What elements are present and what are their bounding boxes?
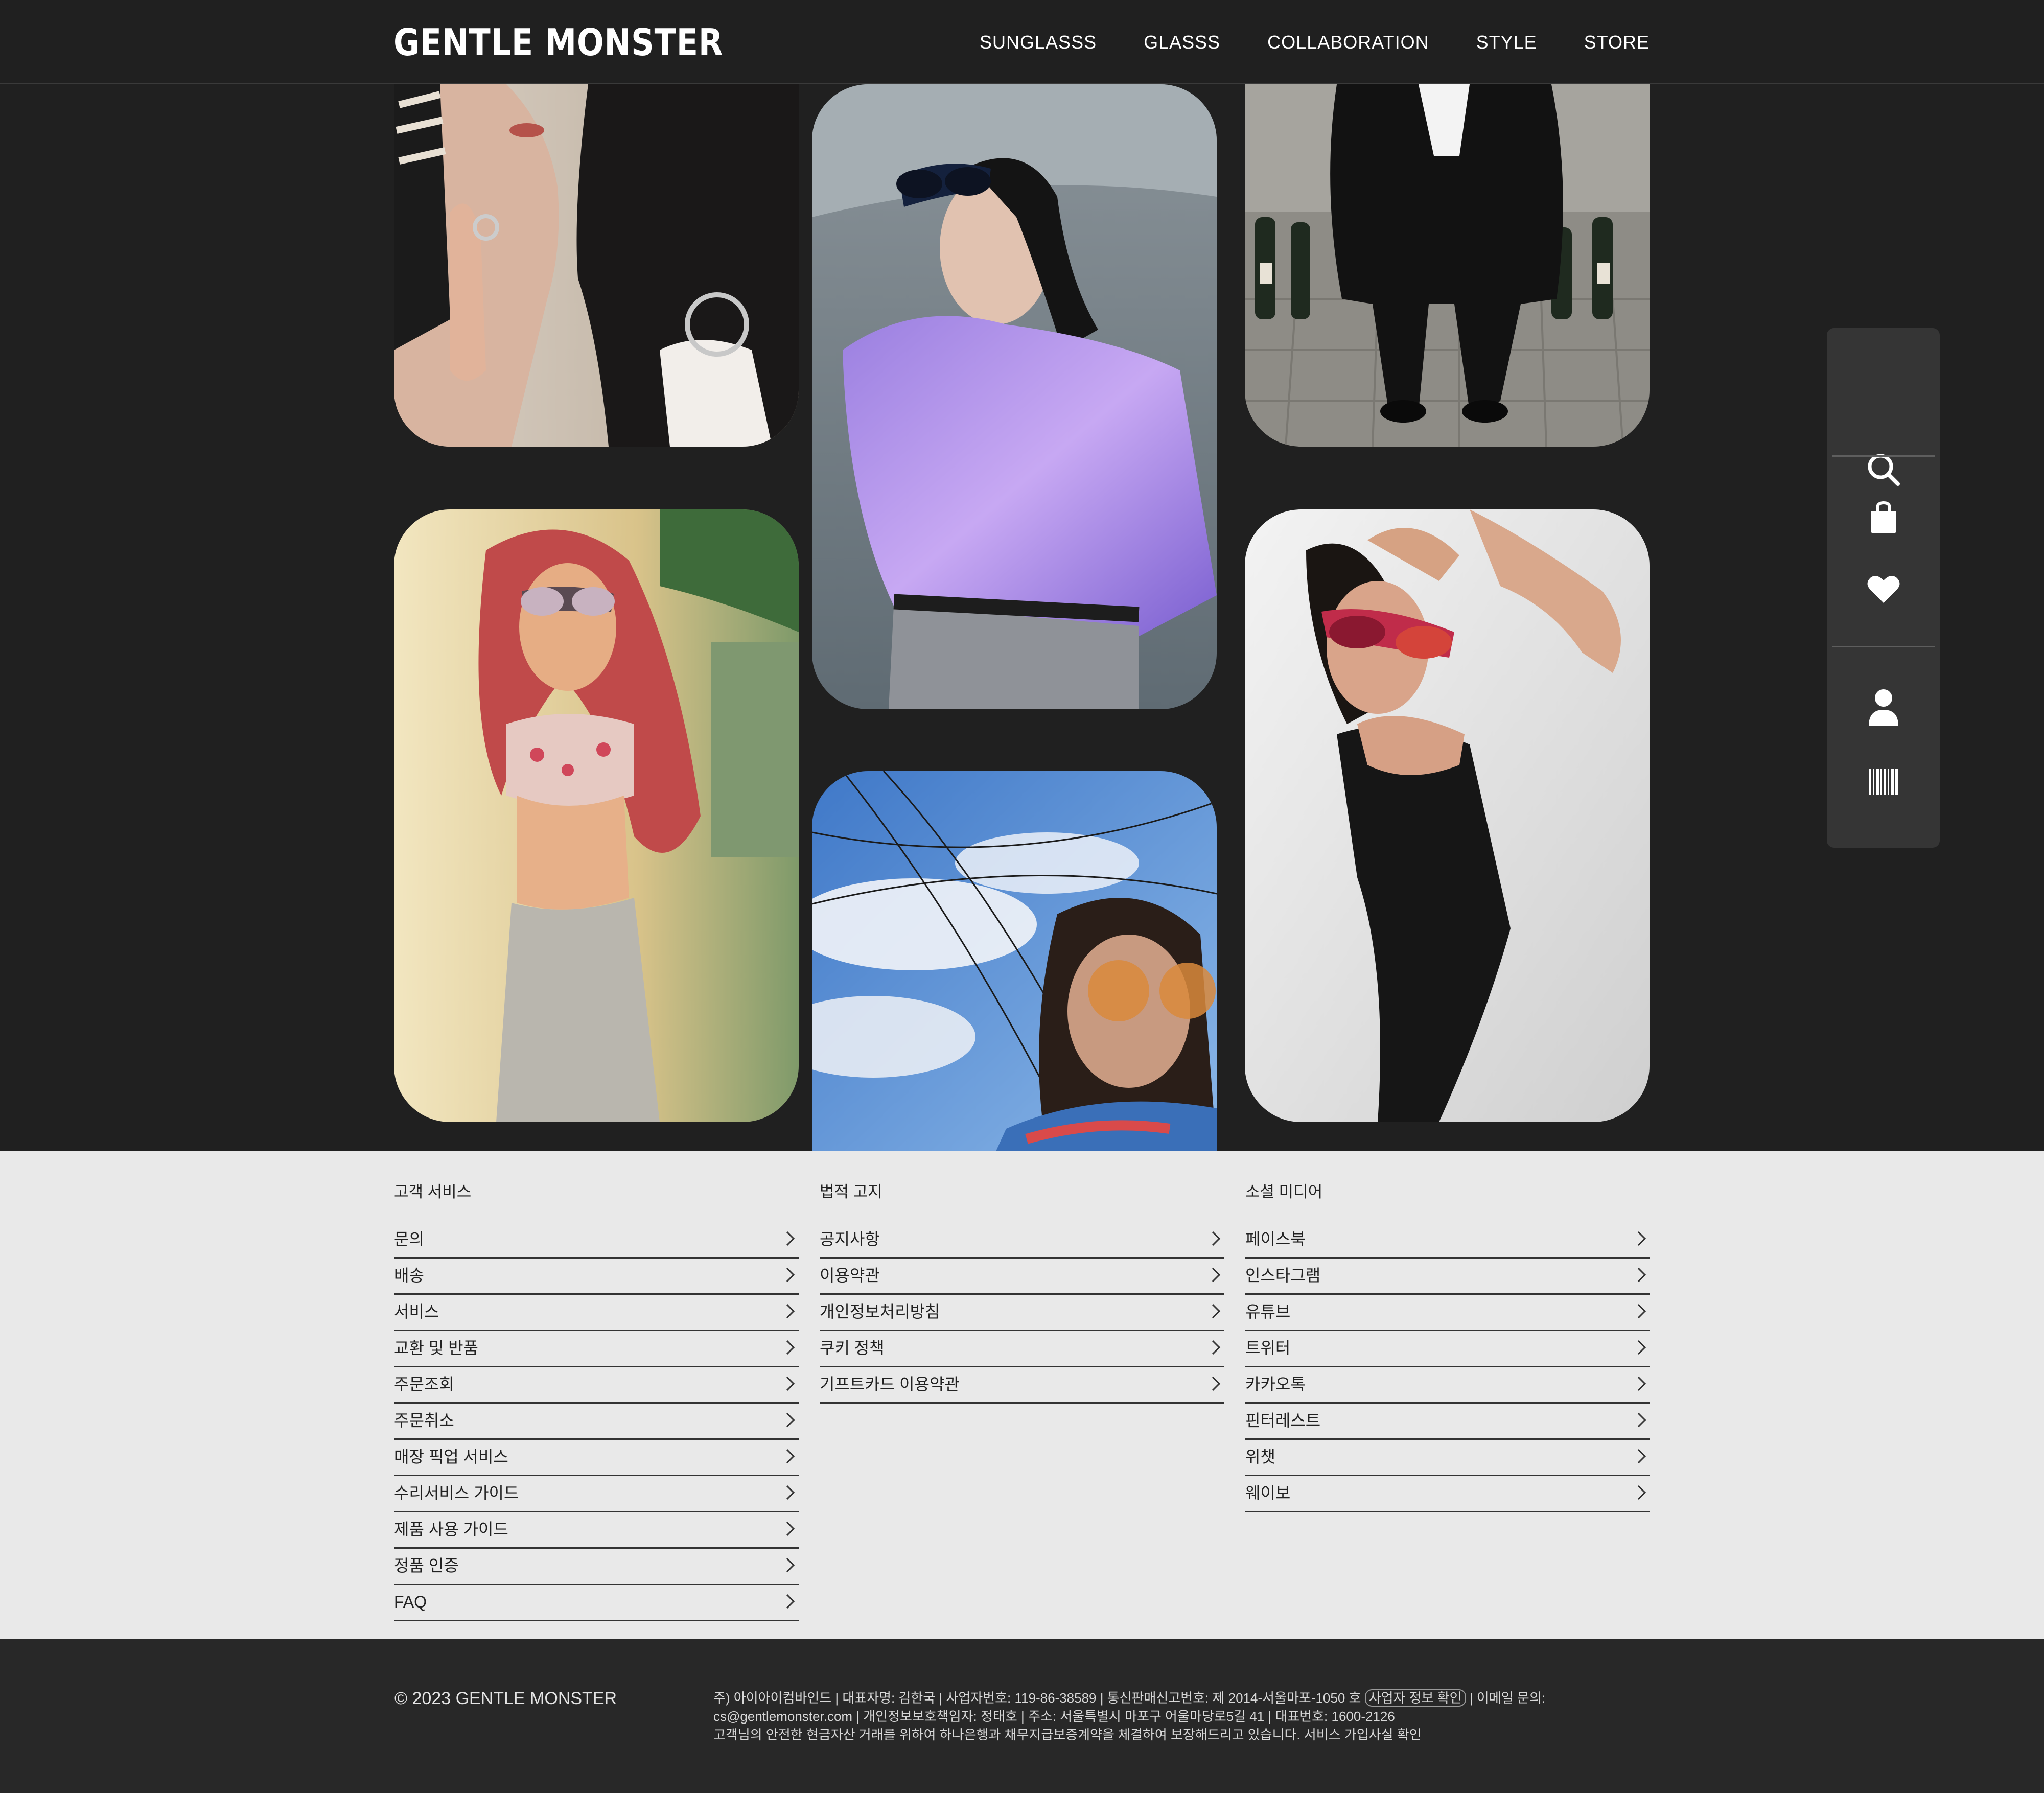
chevron-right-icon (1205, 1303, 1221, 1319)
chevron-right-icon (780, 1376, 795, 1391)
site-header: GENTLE MONSTER SUNGLASSS GLASSS COLLABOR… (0, 0, 2044, 84)
gallery-photo-sky-portrait[interactable] (812, 771, 1217, 1151)
chevron-right-icon (1631, 1231, 1646, 1246)
chevron-right-icon (780, 1231, 795, 1246)
footer-link-pinterest[interactable]: 핀터레스트 (1245, 1404, 1650, 1440)
chevron-right-icon (780, 1412, 795, 1428)
gallery-photo-black-suit[interactable] (1245, 84, 1650, 447)
dock-membership-barcode-button[interactable] (1827, 754, 1940, 810)
chevron-right-icon (1631, 1340, 1646, 1355)
barcode-icon (1868, 769, 1898, 795)
chevron-right-icon (1631, 1485, 1646, 1500)
chevron-right-icon (1205, 1340, 1221, 1355)
gallery-photo-purple-shirt[interactable] (812, 84, 1217, 709)
nav-sunglasses[interactable]: SUNGLASSS (980, 31, 1097, 54)
brand-logo[interactable]: GENTLE MONSTER (393, 19, 723, 65)
footer-link-faq[interactable]: FAQ (394, 1585, 799, 1621)
footer-column-customer-service: 고객 서비스 문의 배송 서비스 교환 및 반품 주문조회 주문취소 매장 픽업… (394, 1179, 799, 1621)
gallery-photo-red-hair[interactable] (394, 509, 799, 1122)
footer-link-giftcard-terms[interactable]: 기프트카드 이용약관 (820, 1367, 1224, 1404)
chevron-right-icon (1205, 1231, 1221, 1246)
side-quick-dock (1827, 328, 1940, 848)
chevron-right-icon (1631, 1449, 1646, 1464)
legal-line-2: cs@gentlemonster.com | 개인정보보호책임자: 정태호 | … (713, 1709, 1395, 1724)
footer-link-kakaotalk[interactable]: 카카오톡 (1245, 1367, 1650, 1404)
chevron-right-icon (1631, 1267, 1646, 1283)
chevron-right-icon (1205, 1267, 1221, 1283)
footer-link-wechat[interactable]: 위챗 (1245, 1440, 1650, 1476)
heart-icon (1867, 576, 1899, 603)
chevron-right-icon (1631, 1303, 1646, 1319)
footer-link-weibo[interactable]: 웨이보 (1245, 1476, 1650, 1512)
chevron-right-icon (780, 1449, 795, 1464)
footer-link-order-lookup[interactable]: 주문조회 (394, 1367, 799, 1404)
footer-link-facebook[interactable]: 페이스북 (1245, 1222, 1650, 1259)
footer-link-order-cancel[interactable]: 주문취소 (394, 1404, 799, 1440)
footer-link-privacy[interactable]: 개인정보처리방침 (820, 1295, 1224, 1331)
legal-line-1: 주) 아이아이컴바인드 | 대표자명: 김한국 | 사업자번호: 119-86-… (713, 1689, 1545, 1707)
footer-link-authentication[interactable]: 정품 인증 (394, 1549, 799, 1585)
search-icon (1868, 454, 1900, 486)
chevron-right-icon (780, 1557, 795, 1573)
footer-column-title: 소셜 미디어 (1245, 1183, 1323, 1201)
chevron-right-icon (1631, 1376, 1646, 1391)
dock-account-button[interactable] (1827, 680, 1940, 736)
footer-link-youtube[interactable]: 유튜브 (1245, 1295, 1650, 1331)
gallery-photo-mirror-selfie[interactable] (394, 84, 799, 447)
style-gallery (0, 0, 2044, 1151)
chevron-right-icon (780, 1521, 795, 1536)
footer-link-shipping[interactable]: 배송 (394, 1259, 799, 1295)
business-info-link[interactable]: 사업자 정보 확인 (1364, 1689, 1466, 1707)
bag-icon (1870, 501, 1896, 533)
dock-divider (1832, 455, 1935, 457)
dock-divider (1832, 646, 1935, 647)
chevron-right-icon (780, 1303, 795, 1319)
chevron-right-icon (780, 1594, 795, 1609)
chevron-right-icon (1631, 1412, 1646, 1428)
footer-link-terms[interactable]: 이용약관 (820, 1259, 1224, 1295)
footer-link-exchange-return[interactable]: 교환 및 반품 (394, 1331, 799, 1367)
footer-bottom: © 2023 GENTLE MONSTER 주) 아이아이컴바인드 | 대표자명… (0, 1639, 2044, 1793)
footer-link-instagram[interactable]: 인스타그램 (1245, 1259, 1650, 1295)
gallery-photo-black-dress[interactable] (1245, 509, 1650, 1122)
footer-column-title: 법적 고지 (820, 1183, 882, 1201)
footer-link-product-guide[interactable]: 제품 사용 가이드 (394, 1512, 799, 1549)
copyright: © 2023 GENTLE MONSTER (394, 1689, 617, 1708)
chevron-right-icon (780, 1267, 795, 1283)
footer-link-twitter[interactable]: 트위터 (1245, 1331, 1650, 1367)
footer-links: 고객 서비스 문의 배송 서비스 교환 및 반품 주문조회 주문취소 매장 픽업… (0, 1151, 2044, 1639)
legal-line-3: 고객님의 안전한 현금자산 거래를 위하여 하나은행과 채무지급보증계약을 체결… (713, 1727, 1422, 1742)
chevron-right-icon (1205, 1376, 1221, 1391)
footer-link-store-pickup[interactable]: 매장 픽업 서비스 (394, 1440, 799, 1476)
footer-column-title: 고객 서비스 (394, 1183, 472, 1201)
company-legal-info: 주) 아이아이컴바인드 | 대표자명: 김한국 | 사업자번호: 119-86-… (713, 1689, 1650, 1744)
nav-style[interactable]: STYLE (1476, 31, 1537, 54)
nav-glasses[interactable]: GLASSS (1144, 31, 1220, 54)
footer-link-cookie-policy[interactable]: 쿠키 정책 (820, 1331, 1224, 1367)
footer-column-legal: 법적 고지 공지사항 이용약관 개인정보처리방침 쿠키 정책 기프트카드 이용약… (820, 1179, 1224, 1404)
main-nav: SUNGLASSS GLASSS COLLABORATION STYLE STO… (980, 31, 1650, 54)
footer-link-service[interactable]: 서비스 (394, 1295, 799, 1331)
dock-bag-button[interactable] (1827, 490, 1940, 546)
footer-link-inquiry[interactable]: 문의 (394, 1222, 799, 1259)
footer-column-social: 소셜 미디어 페이스북 인스타그램 유튜브 트위터 카카오톡 핀터레스트 위챗 … (1245, 1179, 1650, 1512)
user-icon (1868, 689, 1898, 726)
chevron-right-icon (780, 1485, 795, 1500)
footer-link-repair-guide[interactable]: 수리서비스 가이드 (394, 1476, 799, 1512)
dock-wishlist-button[interactable] (1827, 561, 1940, 617)
nav-store[interactable]: STORE (1584, 31, 1650, 54)
footer-link-notice[interactable]: 공지사항 (820, 1222, 1224, 1259)
nav-collaboration[interactable]: COLLABORATION (1267, 31, 1429, 54)
chevron-right-icon (780, 1340, 795, 1355)
